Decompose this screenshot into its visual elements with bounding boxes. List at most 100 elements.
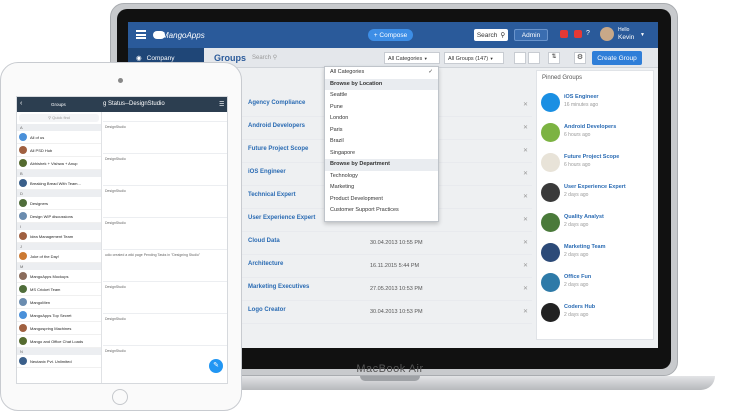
dropdown-option[interactable]: Technology [325,171,438,183]
help-icon[interactable]: ? [586,30,590,37]
group-name[interactable]: Technical Expert [248,192,296,198]
app-logo[interactable]: MangoApps [162,31,205,40]
close-icon[interactable]: ✕ [523,308,528,315]
sort-icon[interactable]: ⇅ [548,52,560,64]
pinned-group[interactable]: User Experience Expert 2 days ago [541,181,653,205]
dropdown-option-label: Marketing [330,184,355,190]
ipad-group-item[interactable]: All of us [17,131,101,144]
compose-button[interactable]: + Compose [368,29,413,41]
groups-filter-select[interactable]: All Groups (147) ▼ [444,52,504,64]
user-name[interactable]: Kevin [618,34,634,41]
close-icon[interactable]: ✕ [523,101,528,108]
ipad-group-item[interactable]: Breaking Bread With Team... [17,177,101,190]
group-row[interactable]: Logo Creator 30.04.2013 10:53 PM ✕ [242,301,532,324]
group-name[interactable]: Android Developers [248,123,305,129]
ipad-group-item[interactable]: Mangospring Machines [17,322,101,335]
pinned-group-name[interactable]: Marketing Team [564,244,605,250]
group-avatar [541,93,560,112]
pinned-group-name[interactable]: iOS Engineer [564,94,599,100]
ipad-divider [101,112,102,383]
search-input[interactable]: Search ⚲ [252,52,302,64]
ipad-group-item[interactable]: MS Cricket Team [17,283,101,296]
dropdown-option[interactable]: Seattle [325,90,438,102]
grid-view-icon[interactable] [514,52,526,64]
group-name[interactable]: Logo Creator [248,307,286,313]
back-icon[interactable]: ‹ [20,100,22,107]
ipad-group-item[interactable]: Mango and Office Chat Loads [17,335,101,348]
group-name[interactable]: Agency Compliance [248,100,305,106]
group-name[interactable]: Marketing Executives [248,284,309,290]
close-icon[interactable]: ✕ [523,262,528,269]
chat-icon[interactable] [574,30,582,38]
close-icon[interactable]: ✕ [523,124,528,131]
dropdown-option[interactable]: Customer Support Practices [325,205,438,217]
avatar[interactable] [600,27,614,41]
list-view-icon[interactable] [528,52,540,64]
group-avatar [19,159,27,167]
group-name[interactable]: Cloud Data [248,238,280,244]
menu-icon[interactable]: ☰ [219,101,224,108]
group-name[interactable]: iOS Engineer [248,169,286,175]
group-avatar [19,232,27,240]
pinned-group[interactable]: Android Developers 6 hours ago [541,121,653,145]
dropdown-option[interactable]: Brazil [325,136,438,148]
pinned-group-name[interactable]: Quality Analyst [564,214,604,220]
ipad-group-item[interactable]: Idea Management Team [17,230,101,243]
group-avatar [541,243,560,262]
pinned-group[interactable]: Marketing Team 2 days ago [541,241,653,265]
pinned-group[interactable]: iOS Engineer 16 minutes ago [541,91,653,115]
pinned-group[interactable]: Office Fun 2 days ago [541,271,653,295]
group-name[interactable]: User Experience Expert [248,215,315,221]
close-icon[interactable]: ✕ [523,147,528,154]
gear-icon[interactable]: ⚙ [574,52,586,64]
group-name[interactable]: Architecture [248,261,283,267]
group-name[interactable]: Future Project Scope [248,146,308,152]
category-select[interactable]: All Categories ▼ [384,52,440,64]
pinned-group-name[interactable]: Future Project Scope [564,154,619,160]
ipad-group-item[interactable]: MangoMen [17,296,101,309]
admin-button[interactable]: Admin [514,29,548,41]
search-button[interactable]: Search ⚲ [474,29,508,41]
pinned-group[interactable]: Coders Hub 2 days ago [541,301,653,325]
pinned-group-name[interactable]: Coders Hub [564,304,595,310]
ipad-group-item[interactable]: Design WIP discussions [17,210,101,223]
notification-icon[interactable] [560,30,568,38]
dropdown-option[interactable]: Singapore [325,148,438,160]
close-icon[interactable]: ✕ [523,170,528,177]
dropdown-option-label: London [330,115,349,121]
ipad-group-item[interactable]: All PSD Hub [17,144,101,157]
dropdown-section-header: Browse by Location [325,78,438,90]
ipad-group-item[interactable]: MangoApps Top Secret [17,309,101,322]
dropdown-option[interactable]: All Categories ✓ [325,67,438,79]
home-button[interactable] [112,389,128,405]
create-group-button[interactable]: Create Group [592,51,642,65]
pinned-group-name[interactable]: Office Fun [564,274,591,280]
compose-fab[interactable]: ✎ [209,359,223,373]
pinned-group-name[interactable]: Android Developers [564,124,616,130]
group-row[interactable]: Cloud Data 30.04.2013 10:55 PM ✕ [242,232,532,255]
quick-find-input[interactable]: ⚲ Quick find [19,114,99,122]
group-avatar [541,303,560,322]
pinned-group-name[interactable]: User Experience Expert [564,184,626,190]
group-row[interactable]: Architecture 16.11.2015 5:44 PM ✕ [242,255,532,278]
ipad-group-item[interactable]: Abhishek + Vishwa + Anup [17,157,101,170]
ipad-group-item[interactable]: Joke of the Day! [17,250,101,263]
chevron-down-icon[interactable]: ▼ [640,32,645,38]
dropdown-option[interactable]: Paris [325,125,438,137]
pinned-group[interactable]: Future Project Scope 6 hours ago [541,151,653,175]
dropdown-option[interactable]: Marketing [325,182,438,194]
pinned-group[interactable]: Quality Analyst 2 days ago [541,211,653,235]
ipad-group-item[interactable]: MangoApps Mockups [17,270,101,283]
dropdown-option[interactable]: Pune [325,102,438,114]
close-icon[interactable]: ✕ [523,193,528,200]
ipad-group-item[interactable]: Neutanix Pvt. Unlimited [17,355,101,368]
ipad-group-item[interactable]: Designers [17,197,101,210]
dropdown-option[interactable]: Product Development [325,194,438,206]
close-icon[interactable]: ✕ [523,285,528,292]
close-icon[interactable]: ✕ [523,216,528,223]
search-icon: ⚲ [272,55,278,61]
dropdown-option[interactable]: London [325,113,438,125]
group-row[interactable]: Marketing Executives 27.05.2013 10:53 PM ✕ [242,278,532,301]
close-icon[interactable]: ✕ [523,239,528,246]
menu-icon[interactable] [136,30,146,39]
